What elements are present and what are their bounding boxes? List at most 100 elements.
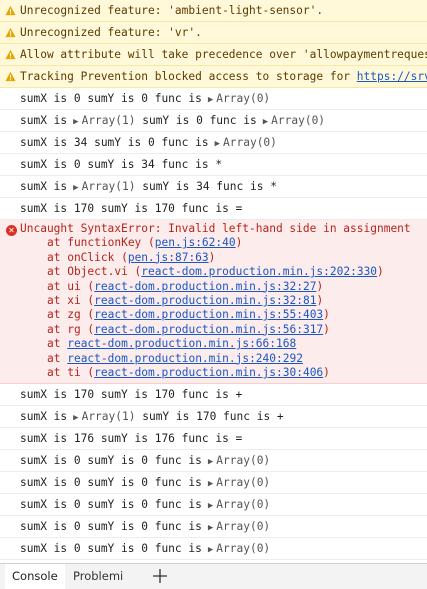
array-value[interactable]: Array(0) (216, 476, 270, 489)
source-link[interactable]: react-dom.production.min.js:55:403 (94, 308, 323, 321)
warning-icon (5, 71, 16, 82)
expand-triangle-icon[interactable]: ▶ (208, 479, 213, 489)
expand-triangle-icon[interactable]: ▶ (215, 139, 220, 149)
log-row: sumX is 0 sumY is 0 func is ▶ Array(0) (0, 516, 427, 539)
expand-triangle-icon[interactable]: ▶ (208, 457, 213, 467)
stack-frame-suffix: ) (235, 236, 243, 250)
log-text: sumX is 170 sumY is 170 func is = (20, 202, 243, 215)
source-link[interactable]: pen.js:62:40 (155, 236, 236, 249)
stack-frame: at zg (react-dom.production.min.js:55:40… (20, 308, 427, 322)
log-text: sumX is (20, 410, 68, 424)
stack-frame-suffix: ) (377, 265, 384, 279)
stack-frame-suffix: ) (316, 293, 324, 307)
error-block: ✕ Uncaught SyntaxError: Invalid left-han… (0, 220, 427, 385)
stack-frame: at react-dom.production.min.js:66:168 (20, 337, 427, 351)
log-text: sumX is 170 sumY is 170 func is + (20, 388, 243, 402)
warning-text: Unrecognized feature: 'vr'. (20, 26, 202, 39)
warning-row: Allow attribute will take precedence ove… (0, 44, 427, 66)
log-row: sumX is 0 sumY is 0 func is ▶ Array(0) (0, 450, 427, 473)
stack-frame-suffix: ) (316, 279, 324, 293)
log-text: sumX is (20, 114, 68, 127)
stack-frame: at ti (react-dom.production.min.js:30:40… (20, 366, 427, 380)
log-text: sumX is 0 sumY is 34 func is * (20, 158, 223, 171)
log-row: sumX is 34 sumY is 0 func is ▶ Array(0) (0, 132, 427, 154)
warning-icon (5, 5, 16, 16)
log-text: sumX is 0 sumY is 0 func is (20, 92, 202, 105)
source-link[interactable]: react-dom.production.min.js:56:317 (94, 323, 323, 336)
source-link[interactable]: react-dom.production.min.js:30:406 (94, 366, 323, 379)
console-output: Unrecognized feature: 'ambient-light-sen… (0, 0, 427, 562)
storage-link[interactable]: https://srv. (357, 70, 427, 83)
array-value[interactable]: Array(0) (223, 136, 277, 149)
array-value[interactable]: Array(1) (82, 180, 136, 193)
drawer-tab-bar: Console Problemi (0, 563, 427, 589)
stack-frame-function: at onClick ( (47, 250, 128, 264)
expand-triangle-icon[interactable]: ▶ (73, 117, 78, 127)
stack-frame-function: at (47, 337, 68, 351)
warning-icon (5, 49, 16, 60)
stack-frame-function: at Object.vi ( (47, 265, 142, 279)
array-value[interactable]: Array(1) (82, 114, 136, 127)
stack-frame-function: at ui ( (47, 279, 95, 293)
log-row: sumX is 0 sumY is 0 func is ▶ Array(0) (0, 538, 427, 561)
source-link[interactable]: react-dom.production.min.js:32:27 (94, 280, 316, 293)
log-list: sumX is 0 sumY is 0 func is ▶ Array(0) sumX… (0, 88, 427, 220)
tab-console[interactable]: Console (5, 564, 65, 589)
log-row: sumX is 170 sumY is 170 func is + (0, 384, 427, 407)
source-link[interactable]: pen.js:87:63 (128, 251, 209, 264)
log-text: sumX is 0 sumY is 0 func is (20, 498, 202, 512)
source-link[interactable]: react-dom.production.min.js:32:81 (94, 294, 316, 307)
stack-frame: at ui (react-dom.production.min.js:32:27… (20, 280, 427, 294)
stack-frame-suffix: ) (208, 250, 216, 264)
expand-triangle-icon[interactable]: ▶ (263, 117, 268, 127)
plus-icon[interactable] (150, 566, 170, 586)
log-row: sumX is ▶ Array(1) sumY is 34 func is * (0, 176, 427, 198)
log-text: sumX is 176 sumY is 176 func is = (20, 432, 243, 446)
log-row: sumX is 176 sumY is 176 func is = (0, 428, 427, 451)
array-value[interactable]: Array(0) (216, 454, 270, 467)
log-row: sumX is 0 sumY is 34 func is * (0, 154, 427, 176)
expand-triangle-icon[interactable]: ▶ (208, 501, 213, 511)
array-value[interactable]: Array(0) (271, 114, 325, 127)
stack-frame: at onClick (pen.js:87:63) (20, 251, 427, 265)
expand-triangle-icon[interactable]: ▶ (208, 545, 213, 555)
source-link[interactable]: react-dom.production.min.js:202:330 (141, 265, 377, 278)
log-list: sumX is 170 sumY is 170 func is + sumX is… (0, 384, 427, 561)
stack-frame-function: at xi ( (47, 293, 95, 307)
array-value[interactable]: Array(0) (216, 542, 270, 555)
stack-trace: at functionKey (pen.js:62:40) at onClick … (20, 236, 427, 380)
stack-frame-suffix: ) (323, 322, 330, 336)
stack-frame-function: at (47, 351, 68, 365)
tab-problems[interactable]: Problemi (66, 564, 130, 589)
array-value[interactable]: Array(1) (82, 410, 136, 423)
stack-frame: at Object.vi (react-dom.production.min.j… (20, 265, 427, 279)
array-value[interactable]: Array(0) (216, 92, 270, 105)
log-row: sumX is ▶ Array(1) sumY is 170 func is + (0, 406, 427, 429)
warning-row: Unrecognized feature: 'ambient-light-sen… (0, 0, 427, 22)
expand-triangle-icon[interactable]: ▶ (73, 413, 78, 423)
log-text: sumX is 0 sumY is 0 func is (20, 454, 202, 468)
log-row: sumX is 0 sumY is 0 func is ▶ Array(0) (0, 494, 427, 517)
expand-triangle-icon[interactable]: ▶ (73, 183, 78, 193)
log-row: sumX is ▶ Array(1) sumY is 0 func is ▶ Array… (0, 110, 427, 132)
expand-triangle-icon[interactable]: ▶ (208, 95, 213, 105)
array-value[interactable]: Array(0) (216, 498, 270, 511)
source-link[interactable]: react-dom.production.min.js:66:168 (67, 337, 296, 350)
log-text: sumX is (20, 180, 68, 193)
log-text: sumX is 34 sumY is 0 func is (20, 136, 209, 149)
stack-frame-function: at ti ( (47, 365, 95, 379)
array-value[interactable]: Array(0) (216, 520, 270, 533)
stack-frame: at rg (react-dom.production.min.js:56:31… (20, 323, 427, 337)
log-text: sumY is 0 func is (142, 114, 257, 127)
expand-triangle-icon[interactable]: ▶ (208, 523, 213, 533)
warning-text: Unrecognized feature: 'ambient-light-sen… (20, 4, 324, 17)
source-link[interactable]: react-dom.production.min.js:240:292 (67, 352, 303, 365)
log-text: sumX is 0 sumY is 0 func is (20, 476, 202, 490)
log-row: sumX is 0 sumY is 0 func is ▶ Array(0) (0, 472, 427, 495)
error-icon: ✕ (6, 225, 17, 236)
stack-frame: at xi (react-dom.production.min.js:32:81… (20, 294, 427, 308)
warning-icon (5, 27, 16, 38)
log-text: sumY is 34 func is * (142, 180, 277, 193)
log-row: sumX is 170 sumY is 170 func is = (0, 198, 427, 220)
stack-frame: at functionKey (pen.js:62:40) (20, 236, 427, 250)
